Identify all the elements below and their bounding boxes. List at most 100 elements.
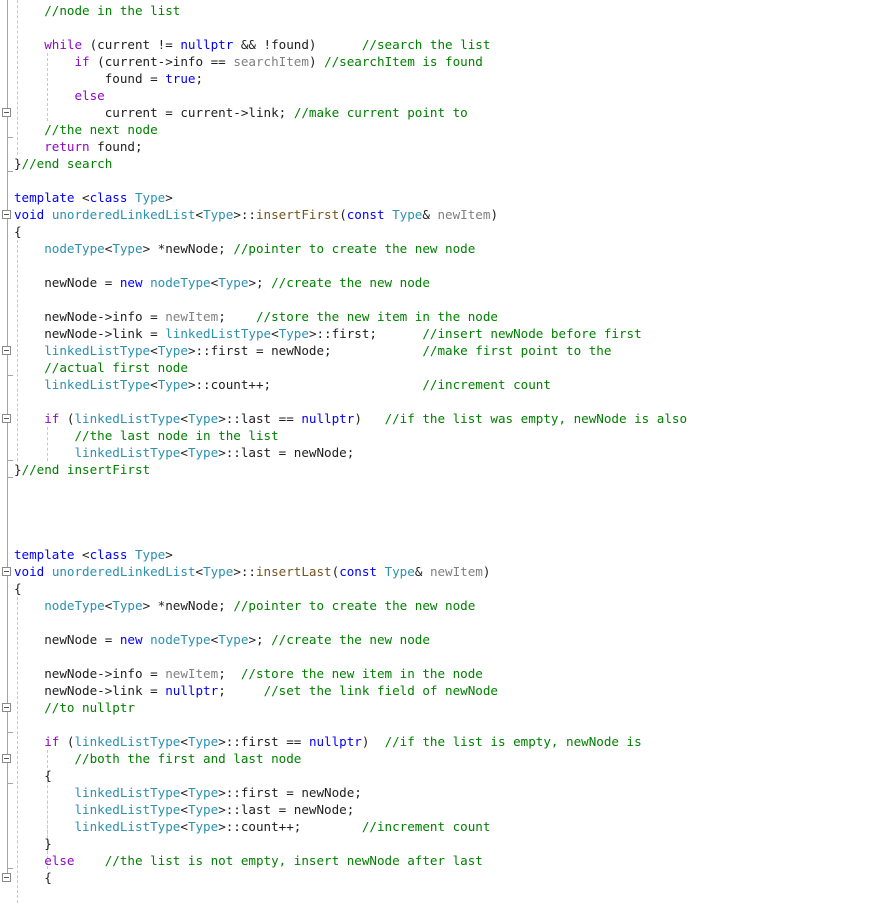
collapse-icon[interactable] [2, 567, 11, 576]
code-token: & [422, 207, 438, 222]
code-line[interactable]: newNode = new nodeType<Type>; //create t… [14, 631, 687, 648]
code-line[interactable] [14, 512, 687, 529]
code-line[interactable]: //to nullptr [14, 699, 687, 716]
code-line[interactable]: newNode = new nodeType<Type>; //create t… [14, 274, 687, 291]
collapse-icon[interactable] [2, 873, 11, 882]
code-token: >:: [233, 207, 256, 222]
region-end-tick [7, 460, 13, 461]
code-line[interactable]: template <class Type> [14, 546, 687, 563]
code-line[interactable]: linkedListType<Type>::count++; //increme… [14, 376, 687, 393]
code-text-area[interactable]: //... previous line partially visible //… [14, 0, 687, 886]
code-token: //searchItem is found [324, 54, 483, 69]
code-line[interactable]: found = true; [14, 70, 687, 87]
code-token: >::last = newNode; [218, 802, 355, 817]
code-token: ) [490, 207, 498, 222]
code-line[interactable]: void unorderedLinkedList<Type>::insertLa… [14, 563, 687, 580]
code-line[interactable]: //the next node [14, 121, 687, 138]
code-line[interactable]: //the last node in the list [14, 427, 687, 444]
code-token: //node in the list [44, 3, 181, 18]
code-line[interactable]: { [14, 580, 687, 597]
code-token: newNode->link = [44, 326, 166, 341]
code-editor[interactable]: //... previous line partially visible //… [0, 0, 892, 903]
code-line[interactable]: }//end insertFirst [14, 461, 687, 478]
collapse-icon[interactable] [2, 346, 11, 355]
code-line[interactable]: else //the list is not empty, insert new… [14, 852, 687, 869]
code-token: } [14, 156, 22, 171]
code-line[interactable]: nodeType<Type> *newNode; //pointer to cr… [14, 240, 687, 257]
code-line[interactable]: else [14, 87, 687, 104]
code-token: ( [59, 734, 75, 749]
code-line[interactable]: linkedListType<Type>::first = newNode; /… [14, 342, 687, 359]
code-token: >::count++; [218, 819, 362, 834]
code-token: < [180, 802, 188, 817]
code-token: Type [203, 207, 234, 222]
code-line[interactable]: }//end search [14, 155, 687, 172]
code-line[interactable]: linkedListType<Type>::last = newNode; [14, 444, 687, 461]
code-line[interactable]: { [14, 767, 687, 784]
code-token: Type [392, 207, 423, 222]
code-line[interactable]: newNode->info = newItem; //store the new… [14, 665, 687, 682]
collapse-icon[interactable] [2, 108, 11, 117]
code-line[interactable]: { [14, 869, 687, 886]
code-line[interactable]: //actual first node [14, 359, 687, 376]
code-line[interactable] [14, 257, 687, 274]
code-line[interactable]: { [14, 223, 687, 240]
code-line[interactable] [14, 291, 687, 308]
code-line[interactable] [14, 716, 687, 733]
code-line[interactable] [14, 478, 687, 495]
code-line[interactable]: template <class Type> [14, 189, 687, 206]
collapse-icon[interactable] [2, 414, 11, 423]
code-line[interactable]: if (linkedListType<Type>::first == nullp… [14, 733, 687, 750]
code-line[interactable]: void unorderedLinkedList<Type>::insertFi… [14, 206, 687, 223]
code-line[interactable]: newNode->link = linkedListType<Type>::fi… [14, 325, 687, 342]
code-line[interactable] [14, 648, 687, 665]
code-token: current = current->link; [104, 105, 294, 120]
collapse-icon[interactable] [2, 703, 11, 712]
code-token: Type [187, 445, 219, 460]
code-line[interactable]: if (current->info == searchItem) //searc… [14, 53, 687, 70]
code-line[interactable] [14, 393, 687, 410]
code-token: linkedListType [74, 445, 181, 460]
code-token: nodeType [150, 632, 211, 647]
code-line[interactable]: linkedListType<Type>::last = newNode; [14, 801, 687, 818]
code-token: //end insertFirst [21, 462, 151, 477]
code-line[interactable]: //node in the list [14, 2, 687, 19]
code-token: >::last = newNode; [218, 445, 355, 460]
code-token: //create the new node [271, 632, 430, 647]
code-token: if [74, 54, 90, 69]
code-token: { [14, 581, 22, 596]
code-line[interactable]: newNode->info = newItem; //store the new… [14, 308, 687, 325]
code-token: void [14, 207, 45, 222]
code-line[interactable]: while (current != nullptr && !found) //s… [14, 36, 687, 53]
code-line[interactable]: nodeType<Type> *newNode; //pointer to cr… [14, 597, 687, 614]
code-line[interactable] [14, 172, 687, 189]
code-line[interactable]: newNode->link = nullptr; //set the link … [14, 682, 687, 699]
code-line[interactable]: //both the first and last node [14, 750, 687, 767]
code-line[interactable]: linkedListType<Type>::count++; //increme… [14, 818, 687, 835]
collapse-icon[interactable] [2, 754, 11, 763]
code-line[interactable] [14, 495, 687, 512]
code-line[interactable]: if (linkedListType<Type>::last == nullpt… [14, 410, 687, 427]
code-line[interactable]: current = current->link; //make current … [14, 104, 687, 121]
code-line[interactable] [14, 529, 687, 546]
code-line[interactable] [14, 19, 687, 36]
code-line[interactable]: } [14, 835, 687, 852]
collapse-icon[interactable] [2, 210, 11, 219]
code-line[interactable]: return found; [14, 138, 687, 155]
code-token: >; [248, 275, 272, 290]
code-token: insertLast [256, 564, 332, 579]
code-line[interactable] [14, 614, 687, 631]
code-line[interactable]: linkedListType<Type>::first = newNode; [14, 784, 687, 801]
